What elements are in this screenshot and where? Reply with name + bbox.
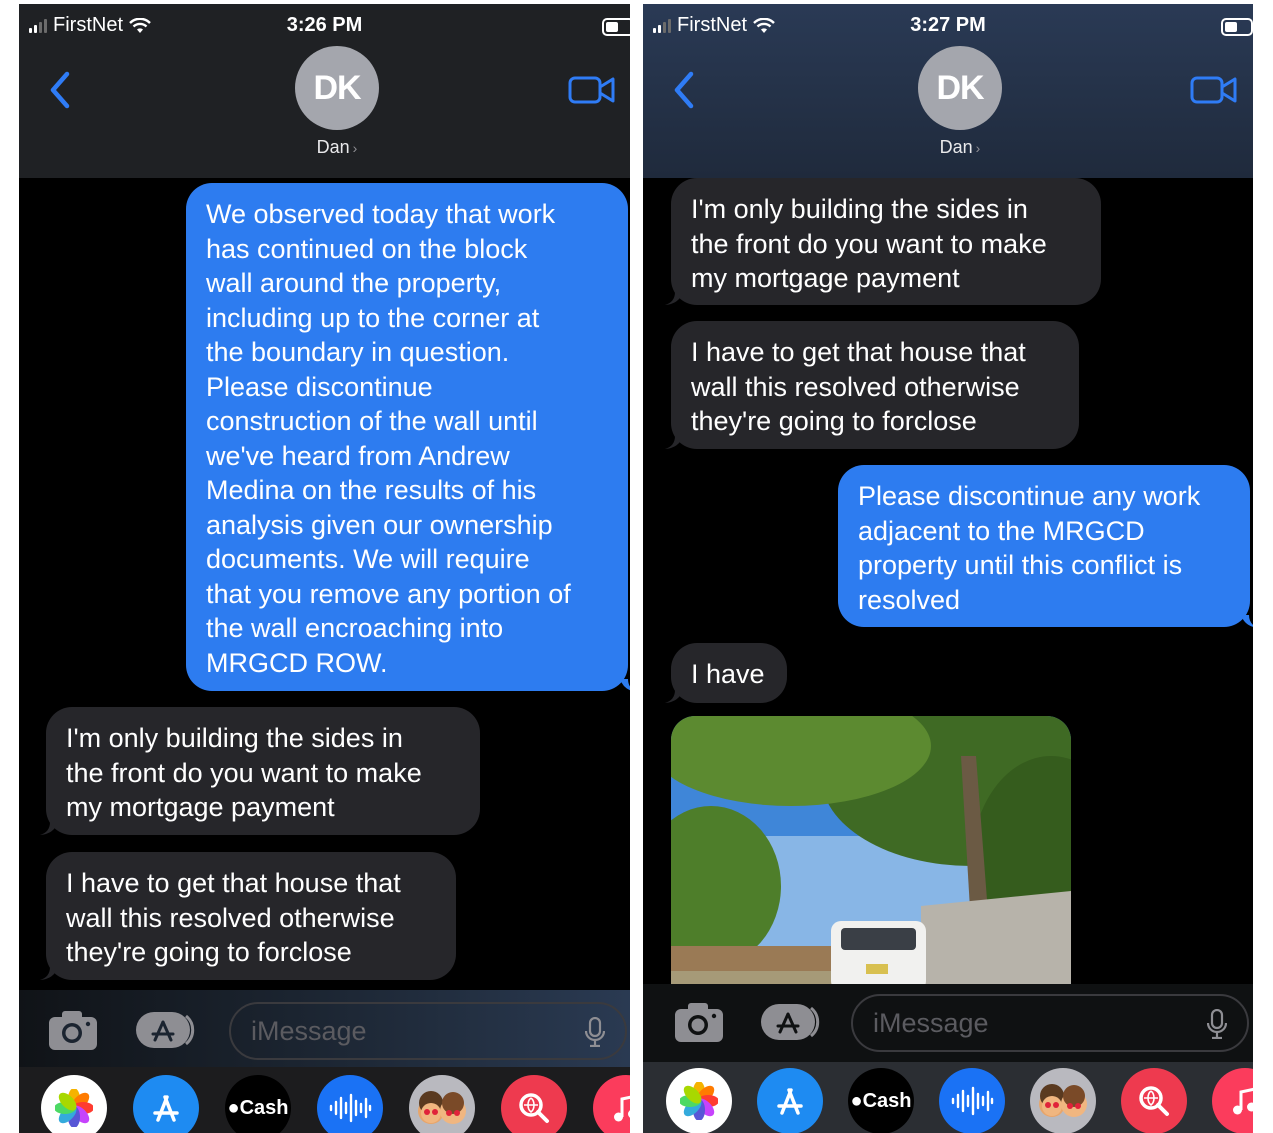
contact-name-label: Dan [939, 137, 973, 157]
status-time: 3:27 PM [910, 14, 986, 36]
imessage-input[interactable]: iMessage [229, 1002, 627, 1060]
battery-icon [1221, 18, 1253, 36]
bubble-tail [40, 822, 58, 835]
image-search-app-icon[interactable] [501, 1075, 567, 1133]
music-app-icon[interactable] [1212, 1068, 1253, 1133]
message-bubble-sent[interactable]: We observed today that work has continue… [186, 183, 628, 691]
camera-icon[interactable] [673, 1000, 725, 1044]
message-bubble-sent[interactable]: Please discontinue any work adjacent to … [838, 465, 1250, 627]
apple-logo-icon: ● [227, 1096, 240, 1119]
back-chevron-icon[interactable] [667, 68, 701, 112]
music-app-icon[interactable] [593, 1075, 630, 1133]
message-bubble-received[interactable]: I have to get that house that wall this … [671, 321, 1079, 449]
camera-icon[interactable] [47, 1008, 99, 1052]
contact-avatar[interactable]: DK [295, 46, 379, 130]
bubble-tail [665, 292, 683, 305]
bubble-tail [620, 679, 630, 691]
bubble-tail [1241, 615, 1253, 627]
conversation-header: FirstNet 3:26 PM DK Dan › [19, 4, 630, 178]
apple-cash-label: Cash [862, 1089, 912, 1112]
phone-screenshot-right: FirstNet 3:27 PM DK Dan › I'm only buildi… [643, 4, 1253, 1133]
app-store-icon[interactable] [134, 1010, 198, 1050]
message-input-bar: iMessage [19, 990, 630, 1070]
photos-app-icon[interactable] [41, 1075, 107, 1133]
apple-logo-icon: ● [850, 1089, 863, 1112]
bubble-tail [40, 967, 58, 980]
photo-attachment[interactable] [671, 716, 1071, 1006]
apple-cash-label: Cash [239, 1096, 289, 1119]
imessage-placeholder: iMessage [251, 1015, 367, 1046]
bubble-tail [665, 436, 683, 449]
microphone-icon[interactable] [1207, 1009, 1227, 1039]
imessage-input[interactable]: iMessage [851, 994, 1249, 1052]
app-store-app-icon[interactable] [133, 1075, 199, 1133]
status-bar: FirstNet 3:27 PM [643, 8, 1253, 40]
message-bubble-received[interactable]: I'm only building the sides in the front… [46, 707, 480, 835]
memoji-app-icon[interactable] [409, 1075, 475, 1133]
memoji-app-icon[interactable] [1030, 1068, 1096, 1133]
bubble-tail [665, 690, 683, 703]
status-bar: FirstNet 3:26 PM [19, 8, 630, 40]
contact-name[interactable]: Dan › [915, 137, 1005, 158]
message-bubble-received[interactable]: I have [671, 643, 787, 703]
photos-app-icon[interactable] [666, 1068, 732, 1133]
video-call-icon[interactable] [568, 74, 616, 106]
app-store-app-icon[interactable] [757, 1068, 823, 1133]
contact-avatar[interactable]: DK [918, 46, 1002, 130]
battery-icon [602, 18, 630, 36]
app-store-icon[interactable] [759, 1002, 823, 1042]
microphone-icon[interactable] [585, 1017, 605, 1047]
contact-name-label: Dan [316, 137, 350, 157]
apple-cash-app-icon[interactable]: ● Cash [225, 1075, 291, 1133]
audio-message-app-icon[interactable] [317, 1075, 383, 1133]
phone-screenshot-left: FirstNet 3:26 PM DK Dan › We observed tod… [19, 4, 630, 1133]
message-bubble-received[interactable]: I'm only building the sides in the front… [671, 178, 1101, 305]
video-call-icon[interactable] [1190, 74, 1238, 106]
audio-message-app-icon[interactable] [939, 1068, 1005, 1133]
app-drawer: ● Cash [19, 1067, 630, 1133]
message-bubble-received[interactable]: I have to get that house that wall this … [46, 852, 456, 980]
status-time: 3:26 PM [286, 14, 363, 36]
message-input-bar: iMessage [643, 984, 1253, 1064]
back-chevron-icon[interactable] [43, 68, 77, 112]
contact-name[interactable]: Dan › [292, 137, 382, 158]
chevron-right-icon: › [352, 140, 358, 156]
imessage-placeholder: iMessage [873, 1007, 989, 1038]
conversation-header: FirstNet 3:27 PM DK Dan › [643, 4, 1253, 178]
app-drawer: ● Cash [643, 1062, 1253, 1133]
chevron-right-icon: › [975, 140, 981, 156]
image-search-app-icon[interactable] [1121, 1068, 1187, 1133]
apple-cash-app-icon[interactable]: ● Cash [848, 1068, 914, 1133]
photo-attachment-image [671, 716, 1071, 1006]
